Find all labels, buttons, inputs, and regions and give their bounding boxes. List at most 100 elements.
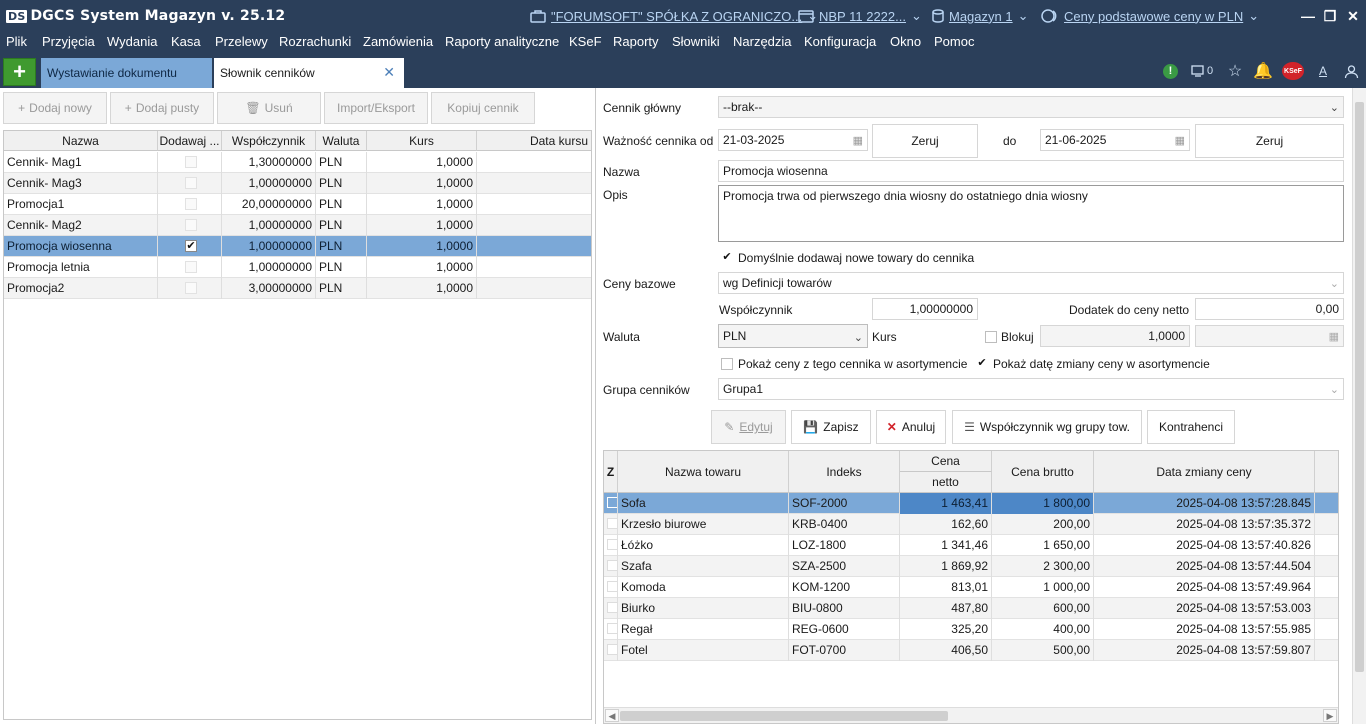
scrollbar-thumb[interactable] [1355, 102, 1364, 672]
main-pricelist-select[interactable]: --brak-- ⌄ [718, 96, 1344, 118]
monitor-icon[interactable]: 0 [1188, 62, 1216, 80]
row-checkbox[interactable] [607, 560, 617, 571]
row-checkbox[interactable] [607, 602, 617, 613]
bell-icon[interactable]: 🔔 [1253, 62, 1273, 80]
font-size-icon[interactable]: A [1314, 62, 1332, 80]
cancel-button[interactable]: ✕ Anuluj [876, 410, 946, 444]
column-header-gross[interactable]: Cena brutto [992, 451, 1094, 493]
addon-input[interactable]: 0,00 [1195, 298, 1344, 320]
import-export-button[interactable]: Import/Eksport [324, 92, 428, 124]
row-checkbox[interactable] [185, 177, 197, 189]
default-add-checkbox[interactable]: ✔ [721, 252, 733, 264]
calendar-icon[interactable]: ▦ [1329, 327, 1339, 346]
alert-icon[interactable]: ! [1163, 63, 1178, 79]
lock-checkbox[interactable] [985, 331, 997, 343]
minimize-icon[interactable]: — [1298, 6, 1318, 26]
column-header-rate-date[interactable]: Data kursu [477, 131, 591, 151]
menu-przyjecia[interactable]: Przyjęcia [42, 34, 95, 49]
row-checkbox[interactable] [185, 198, 197, 210]
menu-ksef[interactable]: KSeF [569, 34, 602, 49]
scroll-left-icon[interactable]: ◀ [605, 709, 619, 722]
column-header-add[interactable]: Dodawaj ... [158, 131, 222, 151]
menu-narzedzia[interactable]: Narzędzia [733, 34, 792, 49]
row-checkbox[interactable] [607, 539, 617, 550]
row-checkbox[interactable] [607, 623, 617, 634]
factor-by-group-button[interactable]: ☰ Współczynnik wg grupy tow. [952, 410, 1142, 444]
menu-pomoc[interactable]: Pomoc [934, 34, 974, 49]
valid-from-input[interactable]: 21-03-2025 ▦ [718, 129, 868, 151]
delete-button[interactable]: 🗑 Usuń [217, 92, 321, 124]
product-row[interactable]: Komoda KOM-1200 813,01 1 000,00 2025-04-… [604, 577, 1338, 598]
row-checkbox[interactable] [185, 156, 197, 168]
add-new-button[interactable]: + Dodaj nowy [3, 92, 107, 124]
table-row[interactable]: Promocja letnia 1,00000000 PLN 1,0000 [4, 257, 591, 278]
column-header-currency[interactable]: Waluta [316, 131, 367, 151]
tab-wystawianie-dokumentu[interactable]: Wystawianie dokumentu [41, 58, 212, 88]
menu-raporty[interactable]: Raporty [613, 34, 659, 49]
factor-input[interactable]: 1,00000000 [872, 298, 978, 320]
name-input[interactable]: Promocja wiosenna [718, 160, 1344, 182]
row-checkbox-checked[interactable]: ✔ [185, 240, 197, 252]
prices-selector[interactable]: Ceny podstawowe ceny w PLN ⌄ [1041, 8, 1259, 24]
table-row-selected[interactable]: Promocja wiosenna ✔ 1,00000000 PLN 1,000… [4, 236, 591, 257]
reset-from-button[interactable]: Zeruj [872, 124, 978, 158]
star-icon[interactable]: ☆ [1226, 62, 1244, 80]
save-button[interactable]: 💾 Zapisz [791, 410, 871, 444]
row-checkbox[interactable] [607, 497, 617, 508]
edit-button[interactable]: ✎ Edytuj [711, 410, 786, 444]
restore-icon[interactable]: ❐ [1320, 6, 1340, 26]
user-icon[interactable] [1342, 62, 1360, 80]
menu-rozrachunki[interactable]: Rozrachunki [279, 34, 351, 49]
product-row[interactable]: Fotel FOT-0700 406,50 500,00 2025-04-08 … [604, 640, 1338, 661]
currency-select[interactable]: PLN ⌄ [718, 324, 868, 348]
column-header-product-name[interactable]: Nazwa towaru [618, 451, 789, 493]
menu-plik[interactable]: Plik [6, 34, 27, 49]
product-row[interactable]: Szafa SZA-2500 1 869,92 2 300,00 2025-04… [604, 556, 1338, 577]
table-row[interactable]: Cennik- Mag3 1,00000000 PLN 1,0000 [4, 173, 591, 194]
show-prices-checkbox[interactable] [721, 358, 733, 370]
add-empty-button[interactable]: + Dodaj pusty [110, 92, 214, 124]
table-row[interactable]: Promocja1 20,00000000 PLN 1,0000 [4, 194, 591, 215]
show-date-checkbox[interactable]: ✔ [976, 358, 988, 370]
table-row[interactable]: Promocja2 3,00000000 PLN 1,0000 [4, 278, 591, 299]
table-row[interactable]: Cennik- Mag2 1,00000000 PLN 1,0000 [4, 215, 591, 236]
tab-slownik-cennikow[interactable]: Słownik cenników ✕ [214, 58, 404, 88]
nbp-selector[interactable]: NBP 11 2222... ⌄ [798, 8, 922, 24]
menu-slowniki[interactable]: Słowniki [672, 34, 720, 49]
column-header-index[interactable]: Indeks [789, 451, 900, 493]
scrollbar-thumb[interactable] [620, 711, 948, 721]
row-checkbox[interactable] [607, 581, 617, 592]
rate-date-input[interactable]: ▦ [1195, 325, 1344, 347]
product-row[interactable]: Łóżko LOZ-1800 1 341,46 1 650,00 2025-04… [604, 535, 1338, 556]
column-header-price-top[interactable]: Cena [900, 451, 992, 472]
vertical-scrollbar[interactable] [1352, 88, 1366, 724]
menu-okno[interactable]: Okno [890, 34, 921, 49]
company-selector[interactable]: "FORUMSOFT" SPÓŁKA Z OGRANICZO... ⌄ [530, 8, 818, 24]
scroll-right-icon[interactable]: ▶ [1323, 709, 1337, 722]
column-header-rate[interactable]: Kurs [367, 131, 477, 151]
contractors-button[interactable]: Kontrahenci [1147, 410, 1235, 444]
column-header-net[interactable]: netto [900, 472, 992, 493]
menu-przelewy[interactable]: Przelewy [215, 34, 268, 49]
warehouse-selector[interactable]: Magazyn 1 ⌄ [932, 8, 1029, 24]
description-input[interactable]: Promocja trwa od pierwszego dnia wiosny … [718, 185, 1344, 242]
menu-konfiguracja[interactable]: Konfiguracja [804, 34, 876, 49]
base-prices-select[interactable]: wg Definicji towarów ⌄ [718, 272, 1344, 294]
table-row[interactable]: Cennik- Mag1 1,30000000 PLN 1,0000 [4, 152, 591, 173]
group-select[interactable]: Grupa1 ⌄ [718, 378, 1344, 400]
calendar-icon[interactable]: ▦ [853, 131, 863, 150]
product-row[interactable]: Biurko BIU-0800 487,80 600,00 2025-04-08… [604, 598, 1338, 619]
product-row-selected[interactable]: Sofa SOF-2000 1 463,41 1 800,00 2025-04-… [604, 493, 1338, 514]
horizontal-scrollbar[interactable]: ◀ ▶ [604, 707, 1338, 723]
menu-raporty-analityczne[interactable]: Raporty analityczne [445, 34, 559, 49]
ksef-icon[interactable]: KSeF [1282, 62, 1304, 80]
close-tab-icon[interactable]: ✕ [383, 64, 395, 81]
row-checkbox[interactable] [185, 261, 197, 273]
close-window-icon[interactable]: ✕ [1343, 6, 1363, 26]
menu-zamowienia[interactable]: Zamówienia [363, 34, 433, 49]
rate-input[interactable]: 1,0000 [1040, 325, 1190, 347]
column-header-factor[interactable]: Współczynnik [222, 131, 316, 151]
calendar-icon[interactable]: ▦ [1175, 131, 1185, 150]
copy-pricelist-button[interactable]: Kopiuj cennik [431, 92, 535, 124]
menu-wydania[interactable]: Wydania [107, 34, 157, 49]
